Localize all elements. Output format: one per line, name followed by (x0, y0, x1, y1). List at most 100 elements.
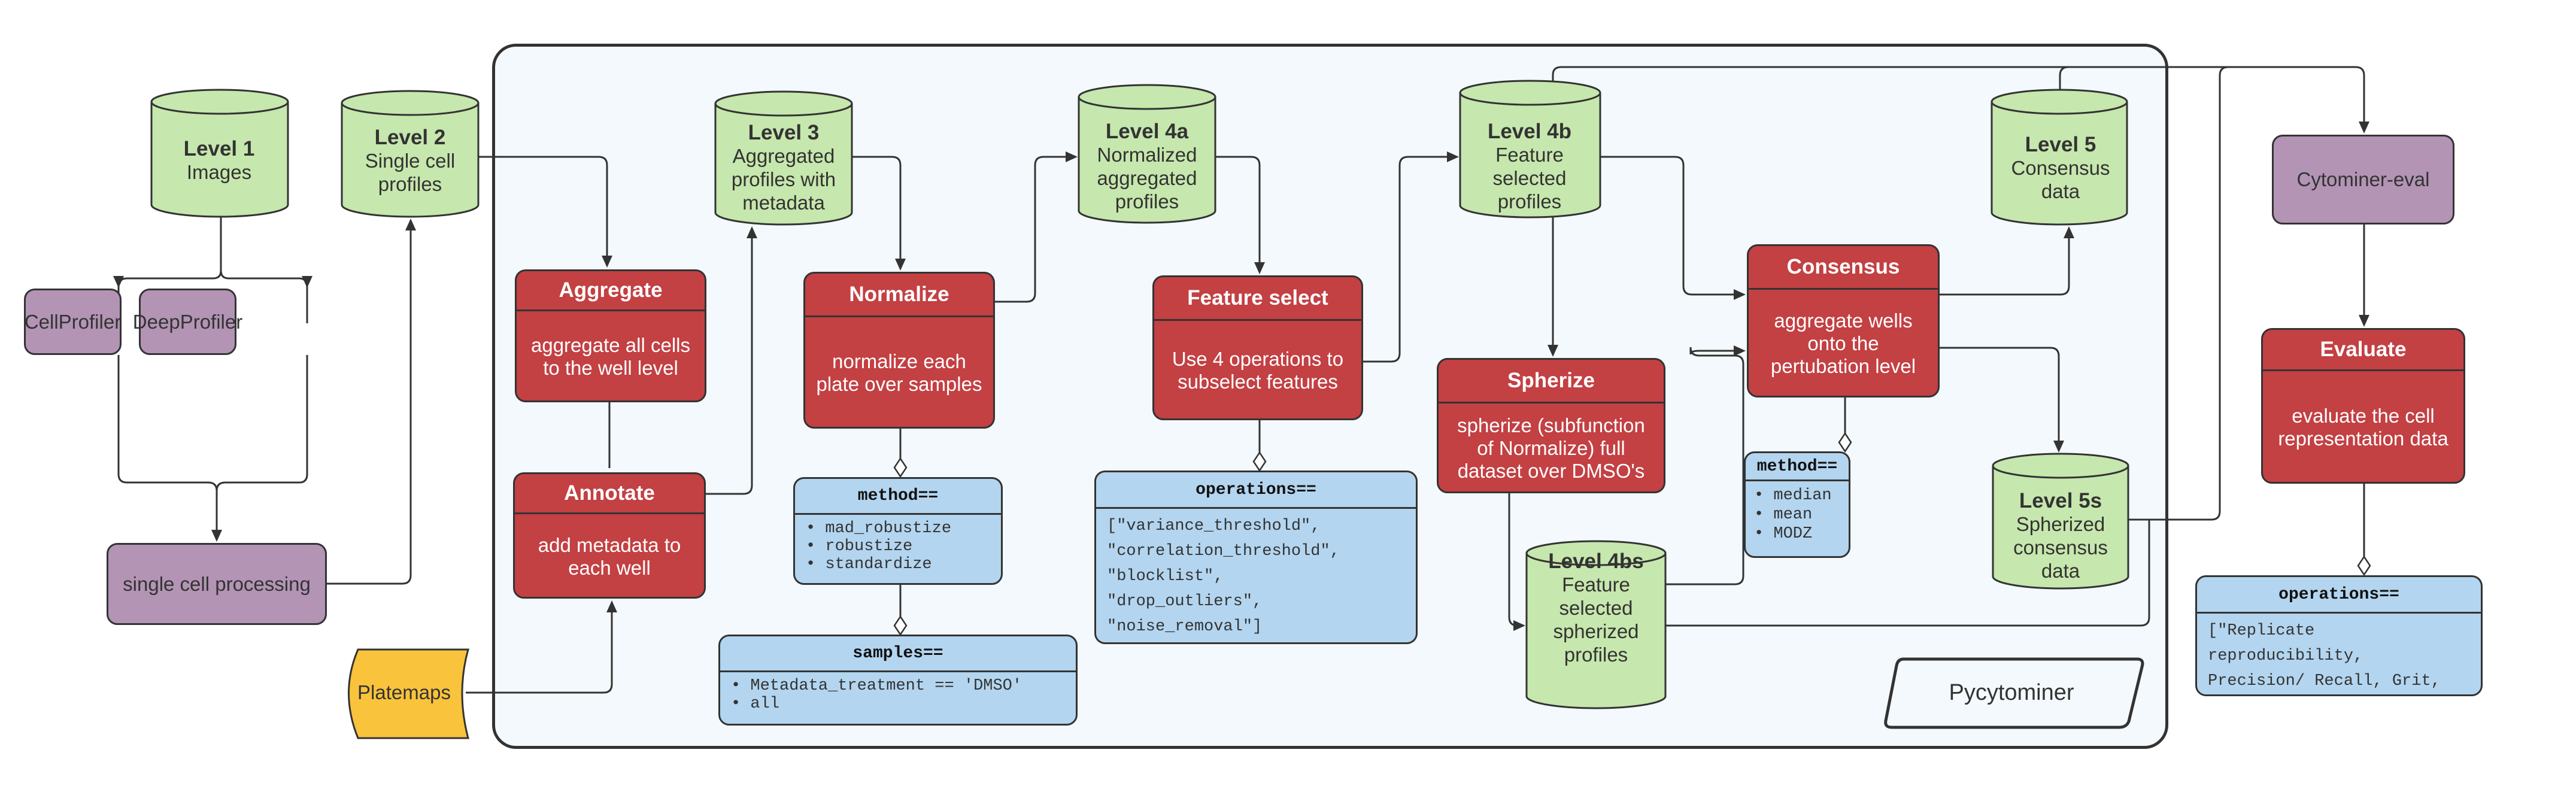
normalize-samples-item: Metadata_treatment == 'DMSO' (731, 677, 1065, 695)
arrow-to-consensus-b (1734, 345, 1746, 356)
feature-operations-body: ["variance_threshold", "correlation_thre… (1096, 509, 1416, 642)
evaluate-operation-line: Precision/ Recall, Grit, (2208, 672, 2441, 690)
evaluate-operation-line: ["Replicate reproducibility, (2208, 622, 2363, 665)
level-4bs-desc-line: profiles (1564, 643, 1628, 666)
consensus-method-item: mean (1754, 505, 1840, 524)
single-cell-processing-label: single cell processing (123, 572, 311, 595)
platemaps-node[interactable]: Platemaps (347, 647, 461, 738)
level-5s-desc-line: data (2041, 560, 2080, 582)
normalize-method-diamond (893, 457, 908, 478)
arrow-to-evaluate (2359, 315, 2369, 327)
level-4a-title: Level 4a (1105, 120, 1189, 143)
arrow-to-consensus-a (1734, 289, 1746, 300)
aggregate-process[interactable]: Aggregate aggregate all cells to the wel… (515, 269, 706, 402)
normalize-method-item: mad_robustize (806, 520, 990, 538)
spherize-desc: spherize (subfunction of Normalize) full… (1457, 414, 1645, 482)
level-3-desc-line: profiles with (731, 168, 836, 190)
cellprofiler-label: CellProfiler (24, 310, 122, 333)
normalize-method-item: standardize (806, 556, 990, 573)
spherize-process[interactable]: Spherize spherize (subfunction of Normal… (1437, 358, 1665, 493)
level-4b-title: Level 4b (1487, 120, 1572, 143)
arrow-to-normalize (895, 259, 906, 271)
normalize-method-body: mad_robustize robustize standardize (795, 515, 1001, 578)
consensus-method-title: method== (1746, 453, 1849, 481)
level-5-desc-line: data (2041, 180, 2080, 202)
deepprofiler-node[interactable]: DeepProfiler (133, 289, 242, 355)
level-1-node[interactable]: Level 1 Images (151, 107, 287, 214)
normalize-samples-item: all (731, 695, 1065, 713)
level-4bs-desc-line: spherized (1553, 620, 1639, 642)
level-3-node[interactable]: Level 3 Aggregated profiles with metadat… (715, 114, 852, 221)
level-4a-desc-line: Normalized (1097, 144, 1197, 166)
level-3-desc-line: metadata (742, 192, 825, 214)
arrow-to-annotate (606, 600, 617, 612)
level-2-desc-line: profiles (378, 172, 442, 195)
level-5s-title: Level 5s (2019, 489, 2102, 512)
arrow-to-level5s (2053, 441, 2064, 453)
single-cell-processing-node[interactable]: single cell processing (107, 543, 327, 625)
feature-select-desc: Use 4 operations to subselect features (1172, 348, 1344, 393)
level4bs-to-consensus-connector (1665, 347, 1744, 585)
feature-select-process[interactable]: Feature select Use 4 operations to subse… (1152, 275, 1363, 420)
normalize-method-title: method== (795, 479, 1001, 515)
normalize-method-param[interactable]: method== mad_robustize robustize standar… (793, 477, 1003, 585)
level-4a-node[interactable]: Level 4a Normalized aggregated profiles (1079, 113, 1215, 220)
arrow-to-featureselect (1254, 262, 1265, 274)
feature-operation-line: ["variance_threshold", (1107, 517, 1321, 535)
arrow-to-cellprofiler (113, 276, 124, 288)
annotate-to-level3-connector (706, 229, 753, 495)
level-5-node[interactable]: Level 5 Consensus data (1992, 114, 2129, 221)
level-5s-node[interactable]: Level 5s Spherized consensus data (1992, 479, 2129, 593)
evaluate-title: Evaluate (2263, 330, 2463, 371)
consensus-process[interactable]: Consensus aggregate wells onto the pertu… (1747, 244, 1940, 397)
level-1-title: Level 1 (183, 137, 255, 160)
cytominer-eval-node[interactable]: Cytominer-eval (2272, 135, 2454, 224)
feature-operation-line: "noise_removal"] (1107, 618, 1263, 636)
featureselect-operations-diamond (1252, 451, 1267, 472)
feature-operations-param[interactable]: operations== ["variance_threshold", "cor… (1094, 471, 1418, 644)
consensus-method-param[interactable]: method== median mean MODZ (1744, 451, 1850, 558)
level-2-node[interactable]: Level 2 Single cell profiles (341, 107, 479, 214)
evaluate-operations-body: ["Replicate reproducibility, Precision/ … (2197, 614, 2481, 696)
normalize-process[interactable]: Normalize normalize each plate over samp… (803, 272, 995, 429)
annotate-process[interactable]: Annotate add metadata to each well (513, 472, 706, 599)
cellprofiler-node[interactable]: CellProfiler (24, 289, 122, 355)
annotate-title: Annotate (515, 474, 704, 514)
arrow-to-level3 (747, 226, 757, 238)
normalize-to-level4a-connector (995, 156, 1075, 303)
arrow-to-level5 (2064, 226, 2074, 238)
arrow-to-level2 (405, 218, 416, 230)
deepprofiler-to-merge-connector (216, 355, 308, 491)
level-4b-desc-line: profiles (1497, 190, 1562, 213)
level-4b-desc-line: Feature (1495, 144, 1564, 166)
normalize-samples-title: samples== (720, 636, 1076, 672)
level-4b-desc-line: selected (1492, 167, 1567, 189)
feature-operation-line: "blocklist", (1107, 568, 1224, 585)
platemaps-to-annotate-connector (466, 603, 613, 694)
level-4bs-node[interactable]: Level 4bs Feature selected spherized pro… (1527, 536, 1665, 679)
level-4bs-desc-line: selected (1559, 596, 1633, 619)
evaluate-desc: evaluate the cell representation data (2278, 405, 2448, 450)
consensus-desc: aggregate wells onto the pertubation lev… (1770, 309, 1916, 377)
level4a-to-featureselect-connector (1215, 156, 1261, 271)
evaluate-operation-line: mp-value, Enrichment"] (2208, 694, 2470, 696)
annotate-desc: add metadata to each well (538, 534, 681, 579)
level-4bs-desc-line: Feature (1562, 573, 1630, 596)
consensus-to-level5s-connector (1940, 347, 2060, 450)
arrow-to-deepprofiler (302, 276, 312, 288)
normalize-samples-param[interactable]: samples== Metadata_treatment == 'DMSO' a… (718, 635, 1078, 726)
method-samples-diamond (893, 615, 908, 636)
consensus-method-body: median mean MODZ (1746, 481, 1849, 548)
evaluate-process[interactable]: Evaluate evaluate the cell representatio… (2261, 328, 2465, 484)
level-2-title: Level 2 (374, 125, 446, 149)
arrow-to-cytominer-eval (2359, 122, 2369, 133)
evaluate-operations-param[interactable]: operations== ["Replicate reproducibility… (2195, 575, 2483, 696)
level3-to-normalize-connector (852, 156, 902, 268)
level-4bs-title: Level 4bs (1548, 549, 1644, 573)
level-4a-desc-line: profiles (1115, 190, 1179, 213)
pycytominer-label-node: Pycytominer (1886, 657, 2137, 728)
consensus-method-item: MODZ (1754, 524, 1840, 544)
level-5-title: Level 5 (2025, 132, 2096, 156)
level-4b-node[interactable]: Level 4b Feature selected profiles (1460, 113, 1600, 220)
consensus-to-level5-connector (1940, 229, 2070, 296)
